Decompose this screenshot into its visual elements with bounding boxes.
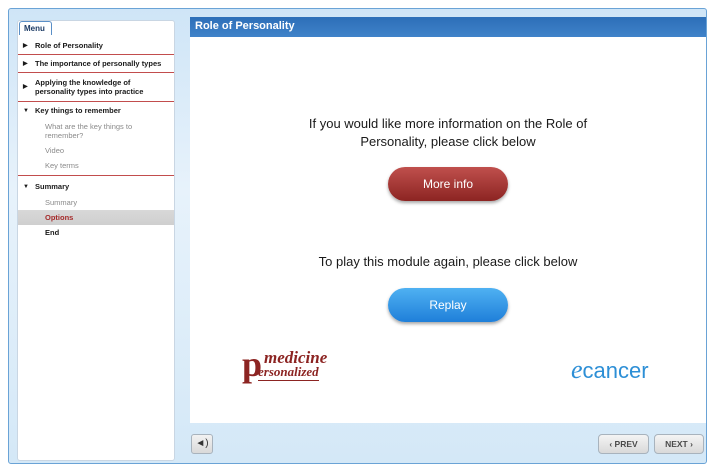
menu-nav: ▶ Role of Personality ▶ The importance o…: [18, 37, 174, 240]
nav-subitem-what-are-key-things[interactable]: What are the key things to remember?: [18, 119, 174, 143]
nav-label: Role of Personality: [35, 41, 103, 50]
nav-subitem-options[interactable]: Options: [18, 210, 174, 225]
logo-personalized-text: ersonalized: [258, 364, 319, 381]
ecancer-logo: ecancer: [571, 355, 649, 385]
more-info-button[interactable]: More info: [388, 167, 508, 201]
nav-label: Key things to remember: [35, 106, 121, 115]
replay-message: To play this module again, please click …: [318, 254, 578, 269]
nav-subitem-summary[interactable]: Summary: [18, 195, 174, 210]
logo-cancer-text: cancer: [582, 358, 649, 383]
nav-subitem-key-terms[interactable]: Key terms: [18, 158, 174, 176]
nav-item-key-things[interactable]: ▼ Key things to remember: [18, 102, 174, 119]
prev-button[interactable]: ‹ PREV: [598, 434, 649, 454]
triangle-down-icon: ▼: [23, 184, 29, 190]
triangle-right-icon: ▶: [23, 43, 28, 49]
top-bar: Role of Personality: [190, 17, 706, 37]
info-message: If you would like more information on th…: [308, 116, 588, 149]
speaker-icon[interactable]: ◄): [191, 434, 213, 454]
page-title: Role of Personality: [195, 20, 295, 32]
main-content: If you would like more information on th…: [190, 37, 706, 423]
nav-item-summary[interactable]: ▼ Summary: [18, 178, 174, 195]
nav-label: Applying the knowledge of personality ty…: [35, 78, 144, 96]
nav-item-importance[interactable]: ▶ The importance of personally types: [18, 55, 174, 73]
triangle-right-icon: ▶: [23, 61, 28, 67]
nav-item-role-of-personality[interactable]: ▶ Role of Personality: [18, 37, 174, 55]
triangle-right-icon: ▶: [23, 84, 28, 90]
nav-label: The importance of personally types: [35, 59, 162, 68]
next-button[interactable]: NEXT ›: [654, 434, 704, 454]
menu-tab[interactable]: Menu: [19, 21, 52, 35]
logo-e-glyph: e: [571, 355, 583, 384]
replay-button[interactable]: Replay: [388, 288, 508, 322]
nav-item-applying-knowledge[interactable]: ▶ Applying the knowledge of personality …: [18, 73, 174, 102]
nav-label: Summary: [35, 182, 70, 191]
triangle-down-icon: ▼: [23, 108, 29, 114]
nav-subitem-end[interactable]: End: [18, 225, 174, 240]
nav-subitem-video[interactable]: Video: [18, 143, 174, 158]
personalized-medicine-logo: p medicine ersonalized: [242, 344, 342, 391]
